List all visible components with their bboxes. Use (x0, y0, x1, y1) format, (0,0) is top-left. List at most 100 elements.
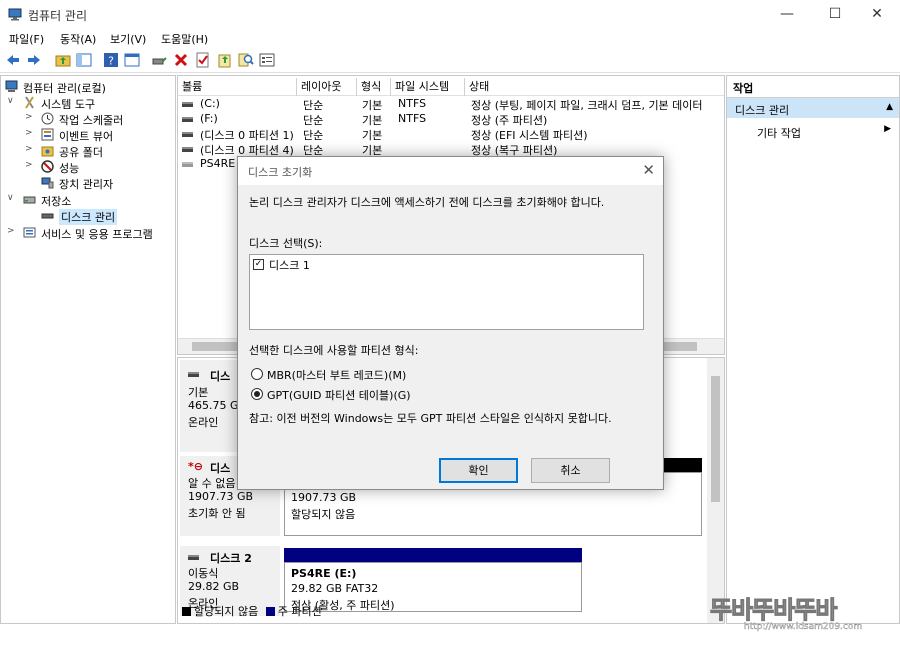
cell-status: 정상 (주 파티션) (471, 114, 548, 127)
disk-0-type: 기본 (188, 386, 209, 399)
dialog-message: 논리 디스크 관리자가 디스크에 액세스하기 전에 디스크를 초기화해야 합니다… (249, 196, 605, 209)
legend-unallocated-swatch (182, 607, 191, 616)
menu-action[interactable]: 동작(A) (60, 31, 96, 47)
window-title: 컴퓨터 관리 (28, 9, 88, 23)
disk-1-area-status: 할당되지 않음 (291, 508, 356, 521)
column-header-type[interactable]: 형식 (357, 78, 391, 96)
system-tools-icon (25, 96, 34, 109)
disk-2-size: 29.82 GB (188, 580, 240, 593)
connect-drive-icon[interactable] (151, 52, 167, 68)
volume-drive-icon (182, 162, 193, 167)
disk-select-label: 디스크 선택(S): (249, 237, 323, 250)
volume-list-header: 볼륨 레이아웃 형식 파일 시스템 상태 (178, 78, 724, 96)
cell-layout: 단순 (303, 129, 324, 142)
performance-icon (41, 160, 54, 173)
cell-layout: 단순 (303, 99, 324, 112)
watermark-url: http://www.idsam209.com (744, 622, 863, 632)
legend: 할당되지 않음 주 파티션 (182, 603, 322, 619)
column-header-volume[interactable]: 볼륨 (178, 78, 297, 96)
disk-1-size: 1907.73 GB (188, 490, 254, 503)
mbr-radio[interactable] (251, 368, 263, 380)
volume-drive-icon (182, 117, 193, 122)
open-folder-icon[interactable] (217, 52, 233, 68)
chevron-right-icon[interactable]: > (25, 160, 35, 170)
disk-0-status: 온라인 (188, 416, 219, 429)
dialog-title-bar: 디스크 초기화 ✕ (238, 157, 663, 185)
gpt-option-label[interactable]: GPT(GUID 파티션 테이블)(G) (267, 387, 411, 403)
cell-status: 정상 (EFI 시스템 파티션) (471, 129, 588, 142)
close-icon[interactable]: ✕ (642, 161, 655, 179)
more-actions[interactable]: 기타 작업 (757, 125, 801, 141)
disk-2-volume-name: PS4RE (E:) (291, 567, 357, 580)
minimize-button[interactable]: — (764, 0, 810, 28)
disk-1-list-item[interactable]: 디스크 1 (269, 257, 310, 273)
volume-drive-icon (182, 132, 193, 137)
column-header-layout[interactable]: 레이아웃 (297, 78, 357, 96)
navigation-tree: 컴퓨터 관리(로컬) ∨ 시스템 도구 > 작업 스케줄러 > 이벤트 뷰어 >… (0, 75, 176, 624)
chevron-down-icon[interactable]: ∨ (7, 96, 17, 106)
check-properties-icon[interactable] (195, 52, 211, 68)
menu-file[interactable]: 파일(F) (9, 31, 44, 47)
legend-unallocated: 할당되지 않음 (194, 605, 259, 618)
back-arrow-icon[interactable] (5, 52, 21, 68)
collapse-up-icon[interactable]: ▲ (886, 102, 893, 112)
help-icon[interactable]: ? (103, 52, 119, 68)
close-button[interactable]: ✕ (854, 0, 900, 28)
table-row[interactable]: (디스크 0 파티션 1) 단순 기본 정상 (EFI 시스템 파티션) (178, 127, 724, 142)
watermark-text: 뚜바뚜바뚜바 (709, 596, 837, 625)
table-row[interactable]: (C:) 단순 기본 NTFS 정상 (부팅, 페이지 파일, 크래시 덤프, … (178, 97, 724, 112)
disk-1-area-size: 1907.73 GB (291, 491, 357, 504)
vertical-scrollbar[interactable] (707, 358, 724, 623)
view-pane-icon[interactable] (124, 52, 140, 68)
computer-management-icon (8, 8, 22, 21)
shared-folders-icon (41, 146, 54, 157)
title-bar: 컴퓨터 관리 — ☐ ✕ (0, 0, 900, 28)
delete-icon[interactable] (173, 52, 189, 68)
menu-view[interactable]: 보기(V) (110, 31, 146, 47)
disk-1-type: 알 수 없음 (188, 477, 236, 490)
dialog-title: 디스크 초기화 (248, 166, 313, 179)
menu-bar: 파일(F) 동작(A) 보기(V) 도움말(H) (0, 28, 900, 49)
cell-layout: 단순 (303, 114, 324, 127)
toolbar: ? (0, 49, 900, 73)
legend-primary-swatch (265, 607, 275, 616)
dialog-note: 참고: 이전 버전의 Windows는 모두 GPT 파티션 스타일은 인식하지… (249, 412, 612, 425)
chevron-right-icon[interactable]: > (7, 226, 17, 236)
chevron-right-icon[interactable]: > (25, 144, 35, 154)
cell-type: 기본 (362, 99, 383, 112)
primary-partition-bar (284, 548, 582, 562)
disk-management-icon (41, 213, 54, 219)
scrollbar-thumb[interactable] (711, 376, 720, 502)
cell-volume: (F:) (200, 112, 218, 125)
chevron-right-icon[interactable]: > (25, 112, 35, 122)
cell-type: 기본 (362, 129, 383, 142)
ok-button[interactable]: 확인 (439, 458, 518, 483)
search-icon[interactable] (238, 52, 254, 68)
disk-2-volume[interactable]: PS4RE (E:) 29.82 GB FAT32 정상 (활성, 주 파티션) (284, 548, 584, 612)
cell-volume: (C:) (200, 97, 220, 110)
cancel-button[interactable]: 취소 (531, 458, 610, 483)
menu-help[interactable]: 도움말(H) (161, 31, 208, 47)
column-header-file-system[interactable]: 파일 시스템 (391, 78, 465, 96)
forward-arrow-icon[interactable] (26, 52, 42, 68)
submenu-arrow-icon[interactable]: ▶ (884, 124, 891, 134)
up-folder-icon[interactable] (55, 52, 71, 68)
table-row[interactable]: (F:) 단순 기본 NTFS 정상 (주 파티션) (178, 112, 724, 127)
chevron-down-icon[interactable]: ∨ (7, 193, 17, 203)
disk-1-checkbox[interactable]: ✓ (253, 259, 264, 270)
properties-window-icon[interactable] (259, 52, 275, 68)
disk-error-icon: *⊖ (188, 460, 203, 473)
mbr-option-label[interactable]: MBR(마스터 부트 레코드)(M) (267, 367, 406, 383)
legend-primary: 주 파티션 (277, 605, 322, 618)
chevron-right-icon[interactable]: > (25, 128, 35, 138)
tree-label: 디스크 관리 (59, 209, 118, 225)
table-row[interactable]: (디스크 0 파티션 4) 단순 기본 정상 (복구 파티션) (178, 142, 724, 157)
column-header-status[interactable]: 상태 (465, 78, 724, 96)
show-hide-tree-icon[interactable] (76, 52, 92, 68)
computer-management-icon (5, 80, 18, 92)
gpt-radio[interactable] (251, 388, 263, 400)
maximize-button[interactable]: ☐ (812, 0, 858, 28)
disk-select-list[interactable]: ✓ 디스크 1 (249, 254, 644, 330)
cell-file-system: NTFS (398, 97, 427, 110)
actions-section-disk-management[interactable]: 디스크 관리 ▲ (727, 98, 899, 118)
